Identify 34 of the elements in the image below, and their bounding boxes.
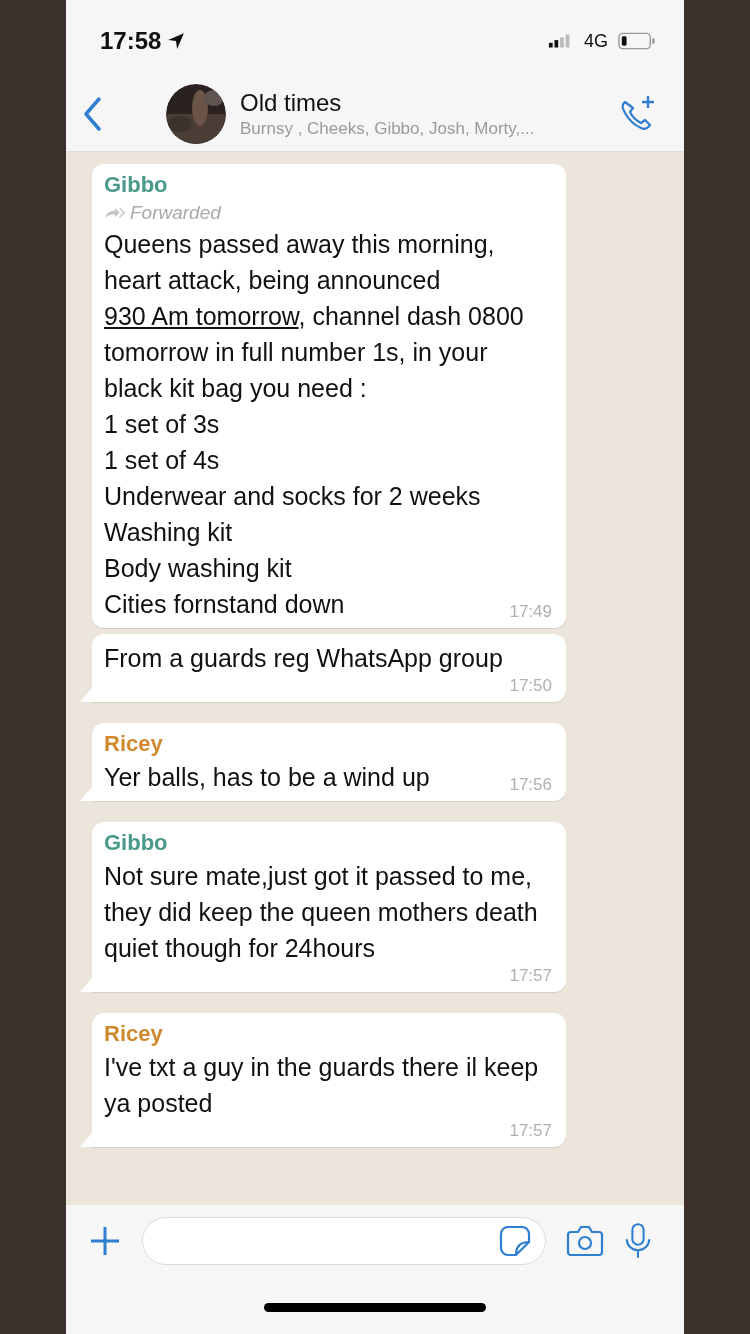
location-arrow-icon — [167, 32, 186, 50]
message-text: 1 set of 4s — [104, 445, 221, 476]
message-text: Cities fornstand down — [104, 589, 345, 620]
message-time: 17:57 — [509, 966, 552, 986]
message-text: Underwear and socks for 2 weeks — [104, 481, 482, 512]
message-text: Not sure mate,just got it passed to me, they did keep the queen mothers death quiet though for 24hours — [104, 861, 539, 964]
message-input[interactable] — [142, 1217, 546, 1265]
message-text: From a guards reg WhatsApp group — [104, 643, 503, 674]
sender-name: Gibbo — [104, 829, 169, 857]
sender-name: Ricey — [104, 1020, 164, 1048]
message-text: I've txt a guy in the guards there il keep ya posted — [104, 1052, 540, 1119]
message-text: Body washing kit — [104, 553, 293, 584]
sticker-icon[interactable] — [499, 1225, 531, 1257]
message-text: Queens passed away this morning, heart attack, being announced 930 Am tomorrow, channel dash 0800 tomorrow in full number 1s, in your black kit bag you need : — [104, 229, 525, 404]
microphone-icon[interactable] — [624, 1222, 652, 1260]
plus-icon[interactable] — [88, 1224, 122, 1258]
camera-icon[interactable] — [566, 1225, 604, 1257]
battery-icon — [618, 32, 656, 50]
status-time: 17:58 — [100, 27, 162, 55]
message-time: 17:56 — [509, 775, 552, 795]
message-time: 17:50 — [509, 676, 552, 696]
sender-name: Ricey — [104, 730, 164, 758]
message-text: Washing kit — [104, 517, 234, 548]
chat-title[interactable]: Old times — [240, 88, 618, 117]
back-icon[interactable] — [82, 95, 102, 132]
message-text: 1 set of 3s — [104, 409, 221, 440]
network-type: 4G — [584, 30, 608, 52]
date-link[interactable]: 930 Am tomorrow — [104, 302, 299, 330]
message-time: 17:49 — [509, 602, 552, 622]
message-text: Yer balls, has to be a wind up — [104, 762, 430, 793]
message-time: 17:57 — [509, 1121, 552, 1141]
forwarded-label: Forwarded — [130, 202, 221, 224]
sender-name: Gibbo — [104, 171, 169, 199]
forwarded-icon — [104, 206, 126, 220]
